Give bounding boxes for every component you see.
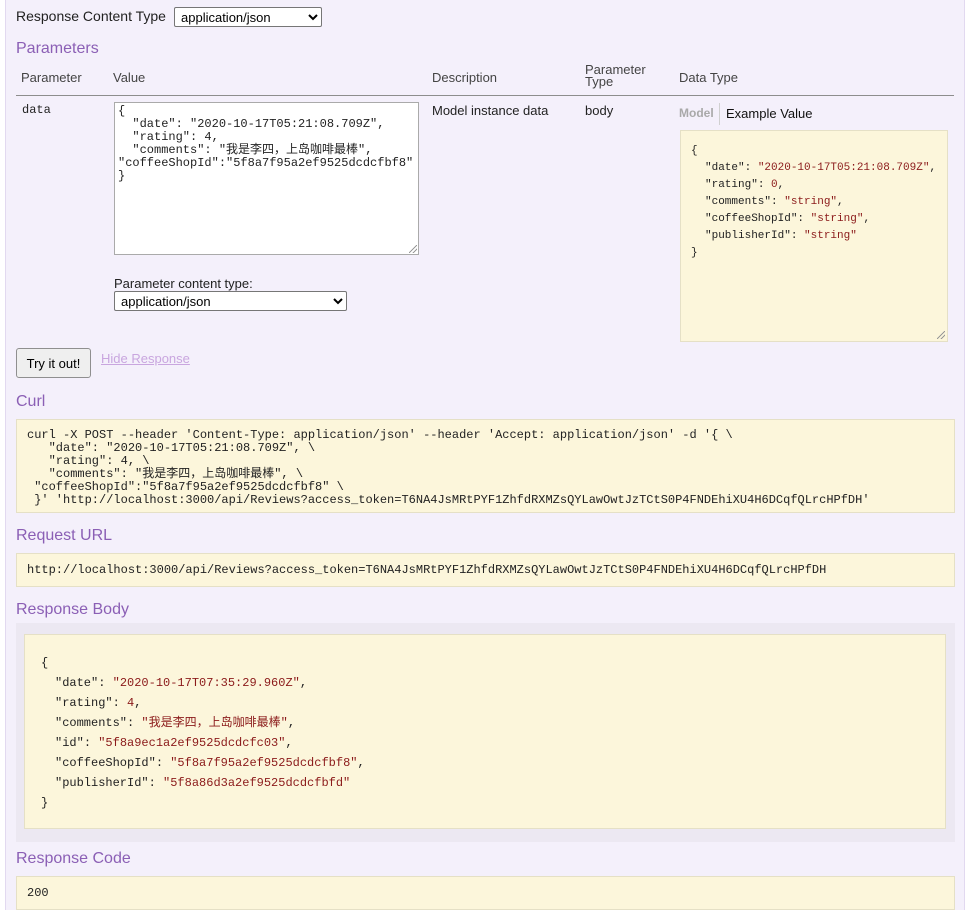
json-tail: ,: [285, 736, 293, 750]
json-line: "coffeeShopId": "5f8a7f95a2ef9525dcdcfbf…: [41, 753, 929, 773]
param-description: Model instance data: [432, 103, 549, 118]
col-parameter: Parameter: [21, 70, 82, 85]
json-line: "comments": "string",: [691, 194, 937, 211]
example-value-box[interactable]: { "date": "2020-10-17T05:21:08.709Z", "ra…: [680, 130, 948, 342]
json-key: "rating": [705, 179, 758, 191]
json-key: "rating": [55, 696, 113, 710]
json-tail: ,: [299, 676, 308, 690]
param-value-textarea[interactable]: { "date": "2020-10-17T05:21:08.709Z", "r…: [114, 102, 419, 255]
json-separator: :: [148, 776, 164, 790]
json-value: "2020-10-17T05:21:08.709Z": [757, 162, 930, 174]
hide-response-link[interactable]: Hide Response: [101, 351, 190, 366]
json-tail: ,: [929, 162, 937, 174]
response-code-box: 200: [16, 876, 955, 910]
json-line: "date": "2020-10-17T07:35:29.960Z",: [41, 673, 929, 693]
json-value: "5f8a86d3a2ef9525dcdcfbfd": [163, 776, 351, 790]
example-open-brace: {: [691, 145, 698, 157]
json-key: "publisherId": [55, 776, 149, 790]
json-key: "coffeeShopId": [705, 213, 798, 225]
param-value-wrapper: { "date": "2020-10-17T05:21:08.709Z", "r…: [114, 102, 419, 255]
json-value: "5f8a9ec1a2ef9525dcdcfc03": [98, 736, 286, 750]
json-separator: :: [771, 196, 785, 208]
json-key: "date": [55, 676, 99, 690]
param-content-type-label: Parameter content type:: [114, 276, 253, 291]
json-line: "publisherId": "string": [691, 228, 937, 245]
col-data-type: Data Type: [679, 70, 739, 85]
parameters-header-divider: [16, 95, 954, 96]
tab-example-value[interactable]: Example Value: [726, 106, 812, 121]
json-key: "comments": [705, 196, 772, 208]
example-close-brace: }: [691, 247, 698, 259]
resize-grip-icon[interactable]: [409, 245, 417, 253]
json-line: "publisherId": "5f8a86d3a2ef9525dcdcfbfd…: [41, 773, 929, 793]
json-value: "5f8a7f95a2ef9525dcdcfbf8": [170, 756, 358, 770]
response-body-heading: Response Body: [16, 601, 129, 618]
param-content-type-select[interactable]: application/json: [114, 291, 347, 311]
json-key: "date": [705, 162, 745, 174]
response-content-type-select[interactable]: application/json: [174, 7, 322, 27]
curl-heading: Curl: [16, 393, 46, 410]
json-key: "coffeeShopId": [55, 756, 156, 770]
json-separator: :: [790, 230, 805, 242]
json-separator: :: [127, 716, 142, 730]
response-close-brace: }: [41, 796, 49, 810]
tab-divider: [719, 103, 720, 125]
json-value: "string": [804, 230, 857, 242]
json-separator: :: [757, 179, 772, 191]
response-lines: "date": "2020-10-17T07:35:29.960Z", "rati…: [41, 673, 929, 793]
json-separator: :: [797, 213, 811, 225]
response-body-box[interactable]: { "date": "2020-10-17T07:35:29.960Z", "ra…: [24, 634, 946, 829]
request-url-text: http://localhost:3000/api/Reviews?access…: [27, 563, 827, 577]
json-value: "我是李四，上岛咖啡最棒": [141, 716, 288, 730]
param-type: body: [585, 103, 614, 118]
json-line: "id": "5f8a9ec1a2ef9525dcdcfc03",: [41, 733, 929, 753]
json-separator: :: [155, 756, 171, 770]
col-value: Value: [113, 70, 146, 85]
col-description: Description: [432, 70, 498, 85]
parameters-heading: Parameters: [16, 40, 99, 57]
response-open-brace: {: [41, 656, 49, 670]
json-value: "string": [784, 196, 838, 208]
try-it-out-button[interactable]: Try it out!: [16, 348, 91, 378]
json-value: "2020-10-17T07:35:29.960Z": [112, 676, 300, 690]
response-code-heading: Response Code: [16, 850, 131, 867]
json-tail: ,: [134, 696, 142, 710]
example-lines: "date": "2020-10-17T05:21:08.709Z", "rati…: [691, 160, 937, 245]
json-separator: :: [98, 676, 113, 690]
json-line: "coffeeShopId": "string",: [691, 211, 937, 228]
json-key: "comments": [55, 716, 128, 730]
json-separator: :: [744, 162, 758, 174]
response-content-type-label: Response Content Type: [16, 8, 166, 24]
json-tail: ,: [777, 179, 785, 191]
resize-grip-icon[interactable]: [937, 331, 945, 339]
col-parameter-type: Parameter Type: [585, 62, 646, 89]
request-url-heading: Request URL: [16, 527, 113, 544]
json-line: "rating": 0,: [691, 177, 937, 194]
json-value: "string": [810, 213, 864, 225]
json-line: "date": "2020-10-17T05:21:08.709Z",: [691, 160, 937, 177]
param-name: data: [22, 103, 51, 117]
json-line: "rating": 4,: [41, 693, 929, 713]
json-key: "publisherId": [705, 230, 791, 242]
json-value: 0: [771, 179, 778, 191]
json-separator: :: [83, 736, 99, 750]
json-separator: :: [112, 696, 128, 710]
json-tail: ,: [837, 196, 844, 208]
json-tail: ,: [357, 756, 365, 770]
json-line: "comments": "我是李四，上岛咖啡最棒",: [41, 713, 929, 733]
json-tail: ,: [287, 716, 296, 730]
json-tail: ,: [863, 213, 871, 225]
curl-box: curl -X POST --header 'Content-Type: app…: [16, 419, 955, 513]
request-url-box: http://localhost:3000/api/Reviews?access…: [16, 553, 955, 587]
json-key: "id": [55, 736, 84, 750]
tab-model[interactable]: Model: [679, 106, 714, 120]
response-code-text: 200: [27, 886, 49, 900]
curl-command: curl -X POST --header 'Content-Type: app…: [27, 428, 870, 507]
